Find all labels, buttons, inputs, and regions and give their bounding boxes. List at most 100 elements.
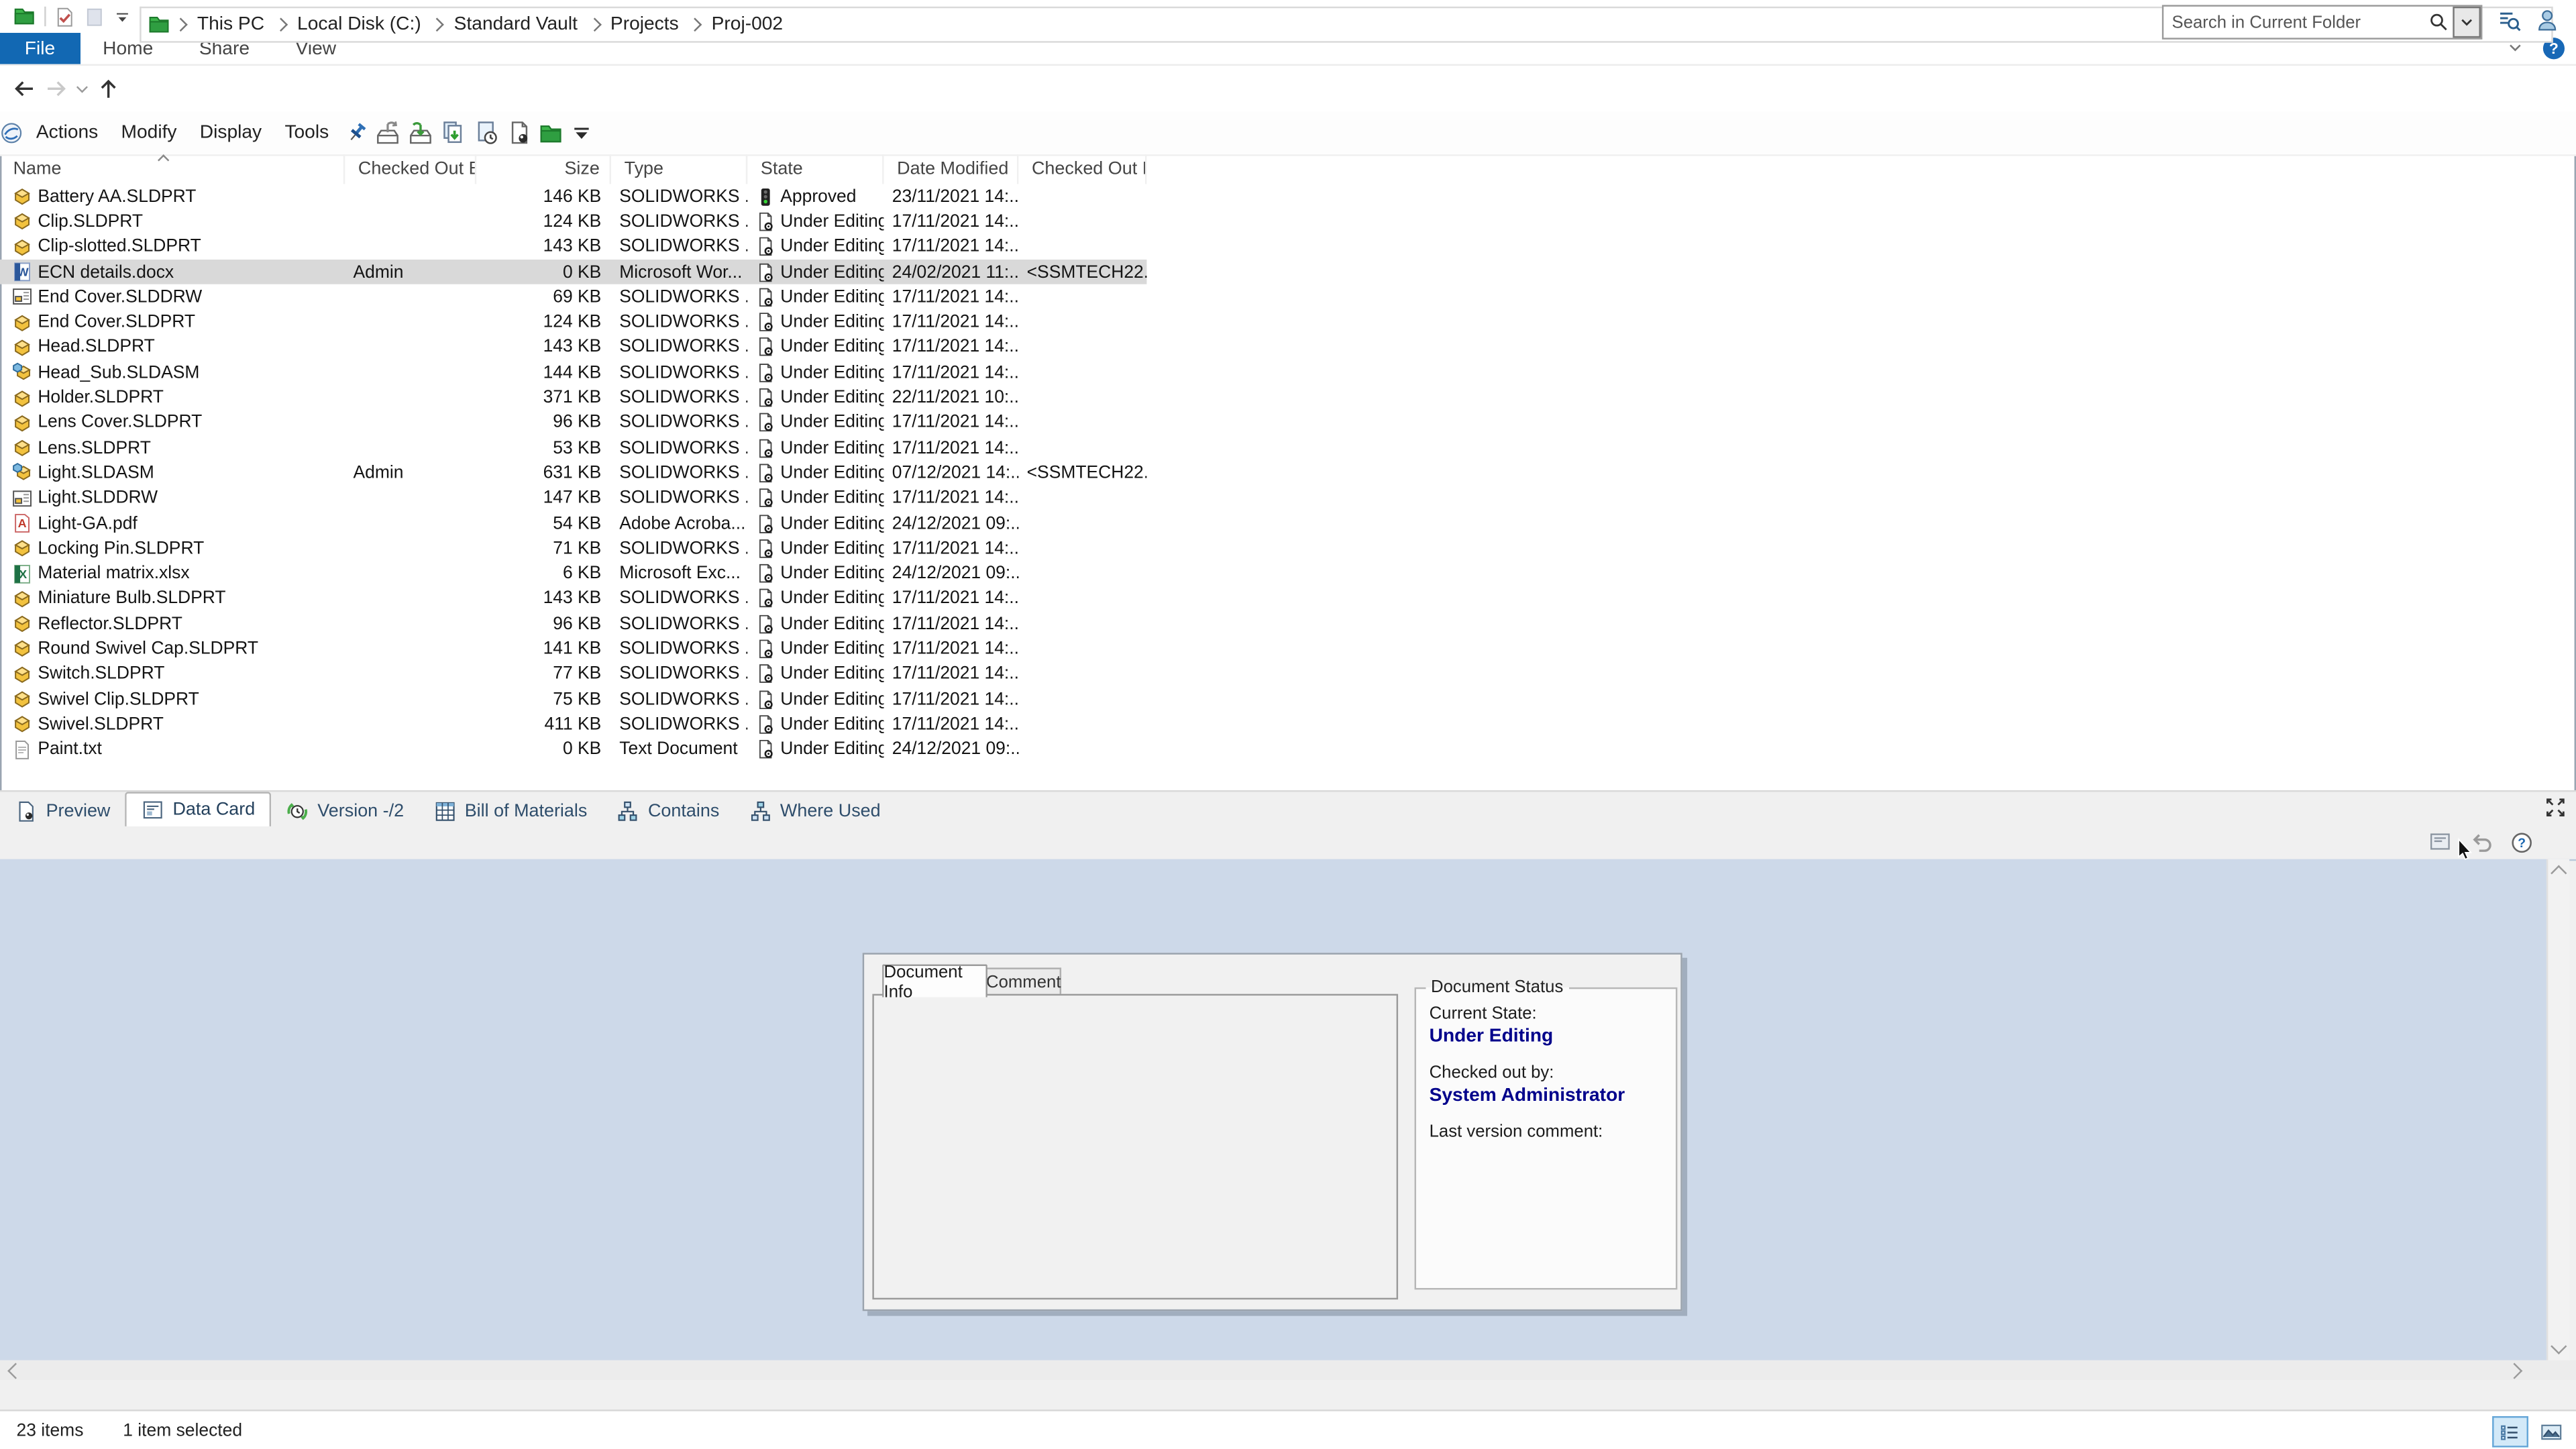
get-version-icon[interactable]: [474, 120, 500, 146]
column-header-name[interactable]: Name: [0, 154, 345, 184]
file-row[interactable]: Switch.SLDPRT77 KBSOLIDWORKS ...Under Ed…: [0, 661, 1146, 686]
breadcrumb-item[interactable]: Proj-002: [705, 15, 790, 34]
expand-icon[interactable]: [2544, 797, 2566, 818]
up-icon[interactable]: [95, 76, 121, 102]
details-view-button[interactable]: [2492, 1416, 2528, 1448]
word-doc-icon: W: [11, 261, 33, 282]
file-row[interactable]: Battery AA.SLDPRT146 KBSOLIDWORKS ...App…: [0, 184, 1146, 209]
state-text: Under Editing: [780, 488, 883, 508]
file-row[interactable]: Miniature Bulb.SLDPRT143 KBSOLIDWORKS ..…: [0, 586, 1146, 611]
file-row[interactable]: Light.SLDASMAdmin631 KBSOLIDWORKS ...Und…: [0, 460, 1146, 485]
back-icon[interactable]: [11, 76, 38, 102]
pin-icon[interactable]: [345, 121, 368, 144]
more-actions-icon[interactable]: [570, 121, 593, 144]
type-cell: SOLIDWORKS ...: [611, 337, 747, 357]
file-preview-icon[interactable]: [506, 120, 533, 146]
vault-icon: [13, 5, 36, 28]
blank-document-icon[interactable]: [84, 6, 105, 28]
file-row[interactable]: Clip.SLDPRT124 KBSOLIDWORKS ...Under Edi…: [0, 209, 1146, 234]
scroll-left-icon[interactable]: [7, 1363, 23, 1379]
pdm-menu-tools[interactable]: Tools: [275, 123, 339, 143]
status-bar: 23 items 1 item selected: [0, 1409, 2576, 1449]
panel-help-icon[interactable]: ?: [2510, 830, 2533, 853]
column-header-type[interactable]: Type: [611, 154, 747, 184]
state-text: Under Editing: [780, 513, 883, 533]
file-row[interactable]: Reflector.SLDPRT96 KBSOLIDWORKS ...Under…: [0, 611, 1146, 636]
last-version-comment-label: Last version comment:: [1430, 1122, 1603, 1142]
ribbon-tab-file[interactable]: File: [0, 33, 80, 64]
file-name: ECN details.docx: [38, 262, 174, 282]
breadcrumb-item[interactable]: This PC: [191, 15, 271, 34]
advanced-search-icon[interactable]: [2497, 8, 2522, 33]
current-state-value: Under Editing: [1430, 1027, 1554, 1046]
search-icon[interactable]: [2428, 11, 2450, 33]
forward-icon[interactable]: [43, 76, 69, 102]
under-editing-state-icon: [756, 563, 775, 584]
card-edit-icon[interactable]: [2428, 830, 2453, 855]
pdm-menu-actions[interactable]: Actions: [26, 123, 108, 143]
panel-tab-preview[interactable]: Preview: [0, 795, 125, 826]
thumbnails-view-button[interactable]: [2533, 1416, 2569, 1448]
file-row[interactable]: Lens Cover.SLDPRT96 KBSOLIDWORKS ...Unde…: [0, 410, 1146, 435]
panel-tab-bill-of-materials[interactable]: Bill of Materials: [419, 795, 602, 826]
pdm-menu-display[interactable]: Display: [190, 123, 272, 143]
file-row[interactable]: Paint.txt0 KBText DocumentUnder Editing2…: [0, 737, 1146, 761]
file-row[interactable]: XMaterial matrix.xlsx6 KBMicrosoft Exc..…: [0, 561, 1146, 586]
size-cell: 141 KB: [476, 639, 611, 659]
tab-document-info[interactable]: Document Info: [882, 965, 987, 998]
column-header-size[interactable]: Size: [476, 154, 611, 184]
panel-tab-version-2[interactable]: Version -/2: [272, 795, 419, 826]
breadcrumb-item[interactable]: Projects: [604, 15, 685, 34]
recent-locations-icon[interactable]: [74, 80, 90, 97]
check-document-icon[interactable]: [54, 6, 76, 28]
check-in-icon[interactable]: [408, 120, 434, 146]
file-row[interactable]: WECN details.docxAdmin0 KBMicrosoft Wor.…: [0, 260, 1146, 284]
vault-folder-icon[interactable]: [539, 121, 564, 146]
scroll-right-icon[interactable]: [2506, 1363, 2522, 1379]
state-text: Under Editing: [780, 388, 883, 407]
column-header-modified[interactable]: Date Modified: [884, 154, 1019, 184]
file-row[interactable]: Round Swivel Cap.SLDPRT141 KBSOLIDWORKS …: [0, 637, 1146, 661]
file-row[interactable]: Light.SLDDRW147 KBSOLIDWORKS ...Under Ed…: [0, 486, 1146, 511]
column-header-checked_out_in[interactable]: Checked Out In: [1018, 154, 1146, 184]
breadcrumb-item[interactable]: Local Disk (C:): [290, 15, 427, 34]
file-row[interactable]: Clip-slotted.SLDPRT143 KBSOLIDWORKS ...U…: [0, 234, 1146, 259]
pdm-menu-modify[interactable]: Modify: [111, 123, 186, 143]
breadcrumb-item[interactable]: Standard Vault: [447, 15, 584, 34]
file-row[interactable]: End Cover.SLDPRT124 KBSOLIDWORKS ...Unde…: [0, 310, 1146, 335]
approved-state-icon: [756, 186, 775, 207]
type-cell: Text Document: [611, 739, 747, 759]
file-row[interactable]: Holder.SLDPRT371 KBSOLIDWORKS ...Under E…: [0, 385, 1146, 410]
check-out-icon[interactable]: [375, 120, 401, 146]
state-text: Under Editing: [780, 714, 883, 734]
file-name: Material matrix.xlsx: [38, 564, 189, 583]
panel-tab-label: Contains: [648, 801, 719, 820]
vertical-scrollbar[interactable]: [2546, 859, 2569, 1360]
file-row[interactable]: Lens.SLDPRT53 KBSOLIDWORKS ...Under Edit…: [0, 435, 1146, 460]
type-cell: SOLIDWORKS ...: [611, 363, 747, 382]
file-row[interactable]: Locking Pin.SLDPRT71 KBSOLIDWORKS ...Und…: [0, 536, 1146, 561]
file-row[interactable]: ALight-GA.pdf54 KBAdobe Acroba...Under E…: [0, 511, 1146, 535]
panel-tab-contains[interactable]: Contains: [602, 795, 734, 826]
panel-tab-where-used[interactable]: Where Used: [734, 795, 895, 826]
user-icon[interactable]: [2535, 8, 2560, 33]
checked-out-by-label: Checked out by:: [1430, 1063, 1554, 1082]
search-input[interactable]: [2163, 12, 2428, 32]
scroll-up-icon[interactable]: [2551, 865, 2567, 881]
file-row[interactable]: Head_Sub.SLDASM144 KBSOLIDWORKS ...Under…: [0, 360, 1146, 385]
column-header-checked_out_by[interactable]: Checked Out By: [345, 154, 476, 184]
horizontal-scrollbar[interactable]: [0, 1360, 2576, 1380]
pdf-doc-icon: A: [11, 513, 33, 534]
panel-tab-data-card[interactable]: Data Card: [125, 792, 271, 826]
scroll-down-icon[interactable]: [2551, 1338, 2567, 1354]
search-dropdown-button[interactable]: [2453, 7, 2481, 38]
file-row[interactable]: Swivel.SLDPRT411 KBSOLIDWORKS ...Under E…: [0, 712, 1146, 737]
get-latest-version-icon[interactable]: [441, 120, 467, 146]
drawing-icon: [11, 286, 33, 308]
file-row[interactable]: End Cover.SLDDRW69 KBSOLIDWORKS ...Under…: [0, 284, 1146, 309]
qat-dropdown-icon[interactable]: [113, 7, 131, 25]
column-header-state[interactable]: State: [747, 154, 883, 184]
file-row[interactable]: Head.SLDPRT143 KBSOLIDWORKS ...Under Edi…: [0, 335, 1146, 360]
file-row[interactable]: Swivel Clip.SLDPRT75 KBSOLIDWORKS ...Und…: [0, 687, 1146, 712]
tab-comment[interactable]: Comment: [985, 967, 1061, 996]
